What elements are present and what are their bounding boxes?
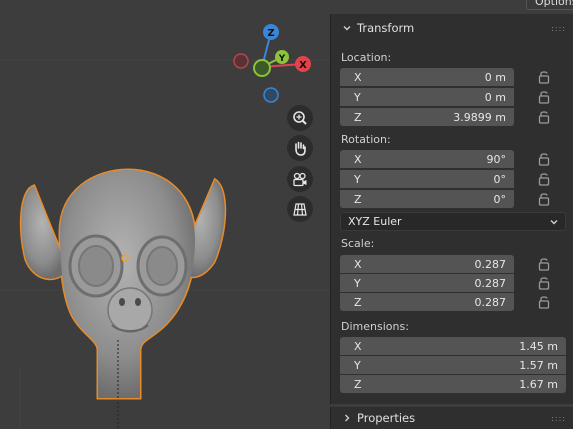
field-axis: Y <box>354 172 361 186</box>
location-z-field[interactable]: Z 3.9899 m <box>340 108 514 126</box>
ortho-grid-icon <box>293 203 307 216</box>
chevron-down-icon <box>550 219 558 224</box>
rotation-x-field[interactable]: X 90° <box>340 150 514 168</box>
lock-icon[interactable] <box>538 70 550 84</box>
rotation-mode-value: XYZ Euler <box>348 215 402 228</box>
dimensions-label: Dimensions: <box>341 320 409 333</box>
field-value: 1.67 m <box>519 377 558 391</box>
camera-icon <box>293 172 307 187</box>
dimensions-z-field[interactable]: Z 1.67 m <box>340 375 566 393</box>
3d-viewport[interactable]: Z Y X <box>0 0 330 429</box>
scale-label: Scale: <box>341 237 375 250</box>
lock-icon[interactable] <box>538 110 550 124</box>
lock-icon[interactable] <box>538 295 550 309</box>
camera-view-button[interactable] <box>287 166 313 192</box>
field-value: 0° <box>493 192 507 206</box>
options-button[interactable]: Options <box>526 0 573 10</box>
location-label: Location: <box>341 51 392 64</box>
neg-y-axis-handle[interactable] <box>253 59 271 77</box>
pan-button[interactable] <box>287 135 313 161</box>
transform-panel-header[interactable]: Transform :::: <box>331 16 573 40</box>
z-axis-label: Z <box>267 28 274 39</box>
sidebar-panel: Transform :::: Location: X 0 m Y 0 m Z 3… <box>330 14 573 404</box>
field-axis: Z <box>354 192 362 206</box>
rotation-y-field[interactable]: Y 0° <box>340 170 514 188</box>
field-axis: X <box>354 257 362 271</box>
field-axis: Z <box>354 295 362 309</box>
dimensions-x-field[interactable]: X 1.45 m <box>340 337 566 355</box>
field-value: 3.9899 m <box>453 110 506 124</box>
field-value: 0.287 <box>474 276 507 290</box>
field-axis: X <box>354 152 362 166</box>
field-value: 0° <box>493 172 507 186</box>
properties-panel-header[interactable]: Properties :::: <box>330 407 573 429</box>
field-axis: Y <box>354 276 361 290</box>
field-value: 1.45 m <box>519 339 558 353</box>
field-axis: Z <box>354 377 362 391</box>
lock-icon[interactable] <box>538 152 550 166</box>
x-axis-label: X <box>299 60 307 71</box>
field-axis: X <box>354 339 362 353</box>
field-value: 0 m <box>484 70 506 84</box>
field-value: 0.287 <box>474 295 507 309</box>
y-axis-label: Y <box>278 54 286 64</box>
transform-title: Transform <box>357 21 415 35</box>
dimensions-y-field[interactable]: Y 1.57 m <box>340 356 566 374</box>
drag-grip-icon[interactable]: :::: <box>551 24 566 33</box>
field-axis: X <box>354 70 362 84</box>
field-axis: Z <box>354 110 362 124</box>
neg-z-axis-handle[interactable] <box>263 87 279 103</box>
neg-x-axis-handle[interactable] <box>233 53 249 69</box>
rotation-mode-dropdown[interactable]: XYZ Euler <box>340 212 566 231</box>
navigation-gizmo[interactable]: Z Y X <box>228 20 318 105</box>
lock-icon[interactable] <box>538 257 550 271</box>
field-value: 1.57 m <box>519 358 558 372</box>
field-value: 0 m <box>484 90 506 104</box>
chevron-down-icon <box>341 22 353 34</box>
ortho-toggle-button[interactable] <box>287 196 313 222</box>
lock-icon[interactable] <box>538 276 550 290</box>
lock-icon[interactable] <box>538 172 550 186</box>
zoom-icon <box>293 111 307 125</box>
zoom-button[interactable] <box>287 105 313 131</box>
scale-y-field[interactable]: Y 0.287 <box>340 274 514 292</box>
hand-pan-icon <box>295 141 306 156</box>
field-value: 0.287 <box>474 257 507 271</box>
rotation-label: Rotation: <box>341 133 391 146</box>
scale-x-field[interactable]: X 0.287 <box>340 255 514 273</box>
lock-icon[interactable] <box>538 192 550 206</box>
field-axis: Y <box>354 358 361 372</box>
drag-grip-icon[interactable]: :::: <box>551 414 566 423</box>
field-axis: Y <box>354 90 361 104</box>
chevron-right-icon <box>341 412 353 424</box>
field-value: 90° <box>486 152 507 166</box>
lock-icon[interactable] <box>538 90 550 104</box>
properties-title: Properties <box>357 411 416 425</box>
scale-z-field[interactable]: Z 0.287 <box>340 293 514 311</box>
location-y-field[interactable]: Y 0 m <box>340 88 514 106</box>
rotation-z-field[interactable]: Z 0° <box>340 190 514 208</box>
location-x-field[interactable]: X 0 m <box>340 68 514 86</box>
